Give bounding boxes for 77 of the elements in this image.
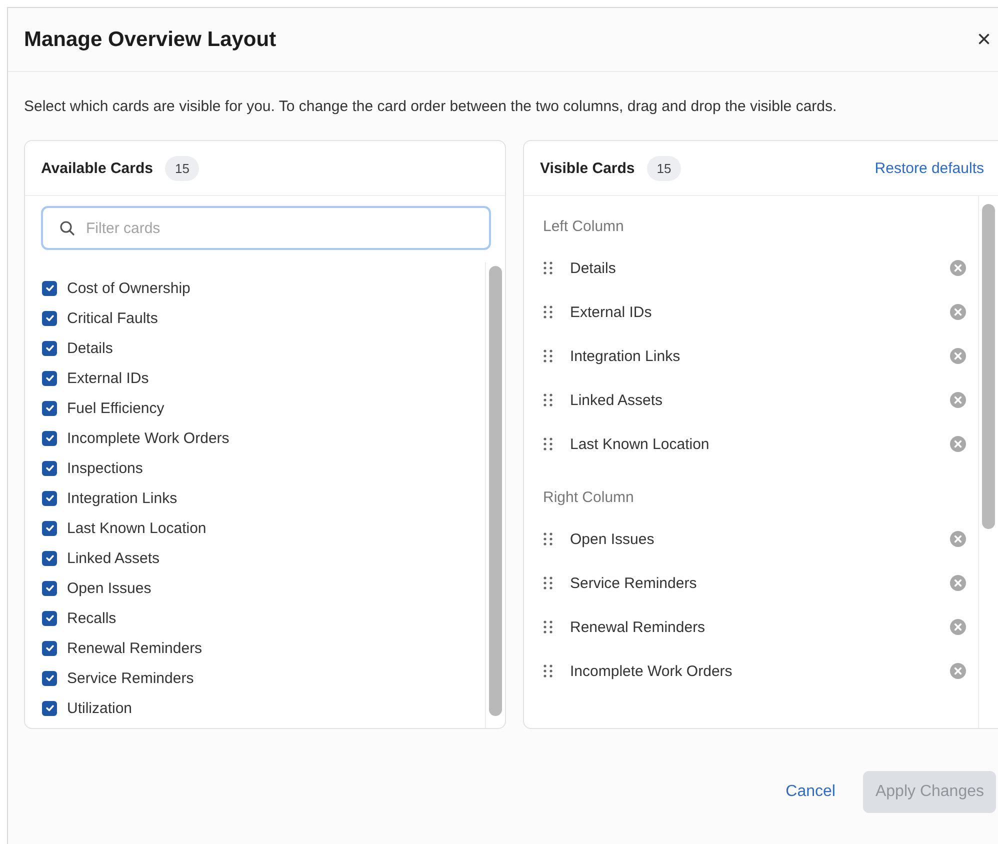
cancel-button[interactable]: Cancel <box>778 771 844 813</box>
drag-handle-icon[interactable] <box>543 393 553 407</box>
checkbox[interactable] <box>42 490 57 506</box>
checkbox[interactable] <box>42 550 57 566</box>
check-icon <box>44 343 54 353</box>
visible-card-label: Details <box>570 260 617 276</box>
check-icon <box>44 313 54 323</box>
checkbox[interactable] <box>42 310 57 326</box>
checkbox[interactable] <box>42 430 57 446</box>
card-option-label: Service Reminders <box>67 670 194 686</box>
checkbox[interactable] <box>42 610 57 626</box>
card-option-label: Renewal Reminders <box>67 640 202 656</box>
drag-handle-icon[interactable] <box>543 437 553 451</box>
visible-card-label: Service Reminders <box>570 574 698 592</box>
card-option-label: Last Known Location <box>67 520 206 536</box>
drag-handle-icon[interactable] <box>543 261 553 275</box>
drag-handle-icon[interactable] <box>543 576 553 590</box>
check-icon <box>44 283 54 293</box>
count-badge: 15 <box>165 156 200 180</box>
check-icon <box>44 373 54 383</box>
drag-handle-icon[interactable] <box>543 664 553 678</box>
card-option-label: Incomplete Work Orders <box>67 430 230 446</box>
check-icon <box>44 703 54 713</box>
drag-handle-icon[interactable] <box>543 620 553 634</box>
card-option-label: Details <box>67 340 113 356</box>
checkbox[interactable] <box>42 640 57 656</box>
check-icon <box>44 403 54 413</box>
count-badge: 15 <box>646 156 682 180</box>
check-icon <box>44 643 54 653</box>
panel-title: Available Cards <box>41 160 153 176</box>
visible-card-label: Integration Links <box>570 348 682 364</box>
check-icon <box>44 553 54 563</box>
scrollbar[interactable] <box>978 196 998 728</box>
card-option-label: Utilization <box>67 700 132 716</box>
card-option-label: Open Issues <box>67 580 152 596</box>
visible-card-label: Incomplete Work Orders <box>570 662 734 680</box>
drag-handle-icon[interactable] <box>543 532 553 546</box>
column-heading: Right Column <box>542 489 635 508</box>
checkbox[interactable] <box>42 670 57 686</box>
check-icon <box>44 673 54 683</box>
check-icon <box>44 523 54 533</box>
checkbox[interactable] <box>42 400 57 416</box>
check-icon <box>44 463 54 473</box>
visible-card-label: Renewal Reminders <box>570 618 706 636</box>
checkbox[interactable] <box>42 520 57 536</box>
drag-handle-icon[interactable] <box>543 305 553 319</box>
check-icon <box>44 433 54 443</box>
card-option-label: Cost of Ownership <box>67 280 190 296</box>
search-field[interactable]: Filter cards <box>41 206 491 250</box>
column-heading: Left Column <box>542 218 625 237</box>
drag-handle-icon[interactable] <box>543 349 553 363</box>
checkbox[interactable] <box>42 280 57 296</box>
visible-card-label: Linked Assets <box>570 392 664 408</box>
close-button[interactable]: × <box>972 28 995 52</box>
scrollbar[interactable] <box>485 262 505 728</box>
card-option-label: External IDs <box>67 370 149 386</box>
description-text: Select which cards are visible for you. To change the card order between the two columns, drag and drop the visible cards. <box>24 97 838 117</box>
visible-card-label: Last Known Location <box>570 436 710 452</box>
visible-card-label: Open Issues <box>570 530 656 548</box>
card-option-label: Recalls <box>67 610 116 626</box>
restore-defaults-link[interactable]: Restore defaults <box>874 160 984 176</box>
checkbox[interactable] <box>42 580 57 596</box>
card-option-label: Inspections <box>67 460 143 476</box>
visible-card-label: External IDs <box>570 304 653 320</box>
check-icon <box>44 613 54 623</box>
check-icon <box>44 583 54 593</box>
card-option-label: Critical Faults <box>67 310 158 326</box>
dialog-title: Manage Overview Layout <box>24 28 276 52</box>
checkbox[interactable] <box>42 340 57 356</box>
checkbox[interactable] <box>42 370 57 386</box>
panel-title: Visible Cards <box>540 160 635 176</box>
checkbox[interactable] <box>42 460 57 476</box>
card-option-label: Fuel Efficiency <box>67 400 164 416</box>
check-icon <box>44 493 54 503</box>
checkbox[interactable] <box>42 700 57 716</box>
card-option-label: Linked Assets <box>67 550 160 566</box>
card-option-label: Integration Links <box>67 490 178 506</box>
